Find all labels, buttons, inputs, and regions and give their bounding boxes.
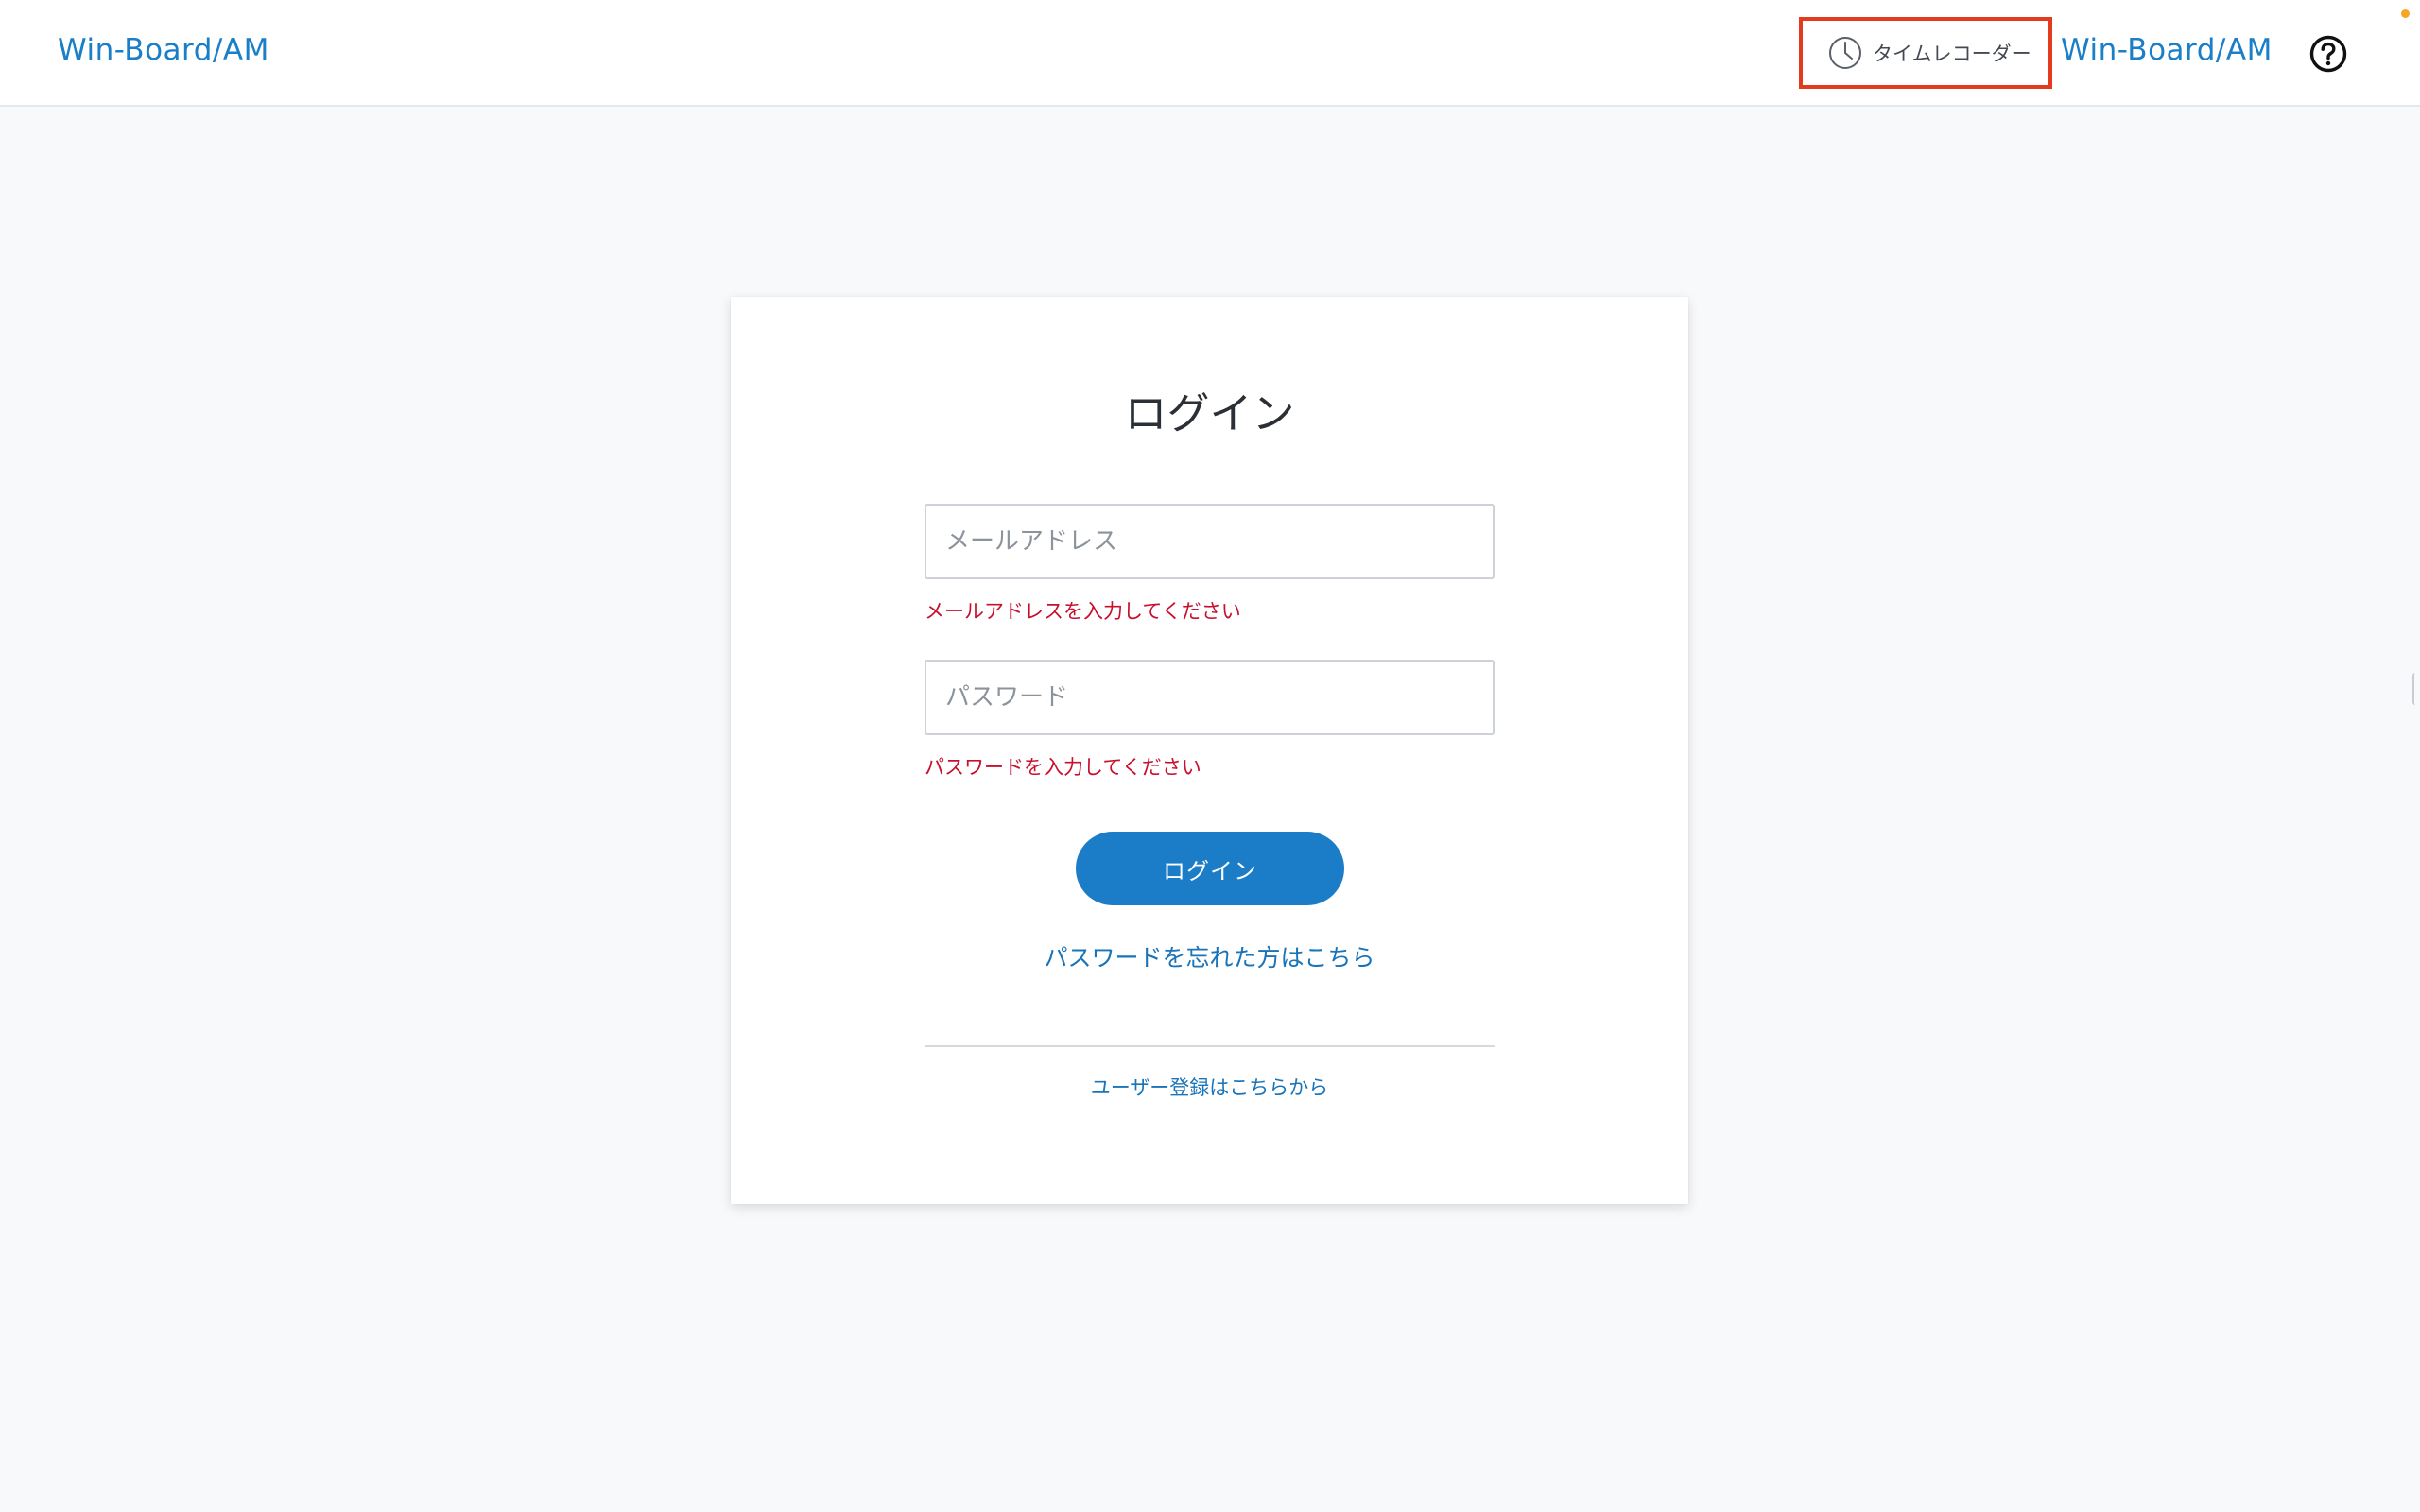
top-header: Win-Board/AM タイムレコーダー Win-Board/AM	[0, 0, 2420, 107]
login-card: ログイン メールアドレスを入力してください パスワードを入力してください ログイ…	[731, 297, 1688, 1204]
time-recorder-label: タイムレコーダー	[1873, 43, 2031, 65]
question-circle-icon	[2309, 35, 2347, 73]
page-title: ログイン	[1124, 388, 1295, 438]
brand-logo-text: Win-Board/AM	[2061, 33, 2273, 67]
login-button[interactable]: ログイン	[1076, 832, 1344, 905]
password-error-message: パスワードを入力してください	[925, 756, 1201, 779]
email-error-message: メールアドレスを入力してください	[925, 600, 1241, 623]
email-field[interactable]	[925, 504, 1495, 579]
clock-icon	[1829, 37, 1861, 69]
brand-logo-link[interactable]: Win-Board/AM	[58, 28, 269, 72]
password-field[interactable]	[925, 660, 1495, 735]
time-recorder-button[interactable]: タイムレコーダー	[1799, 17, 2052, 89]
side-panel-handle[interactable]	[2412, 673, 2420, 705]
help-button[interactable]	[2308, 34, 2348, 74]
notification-dot	[2401, 9, 2410, 18]
forgot-password-link[interactable]: パスワードを忘れた方はこちら	[731, 941, 1688, 975]
register-link[interactable]: ユーザー登録はこちらから	[731, 1074, 1688, 1102]
divider	[925, 1045, 1495, 1047]
